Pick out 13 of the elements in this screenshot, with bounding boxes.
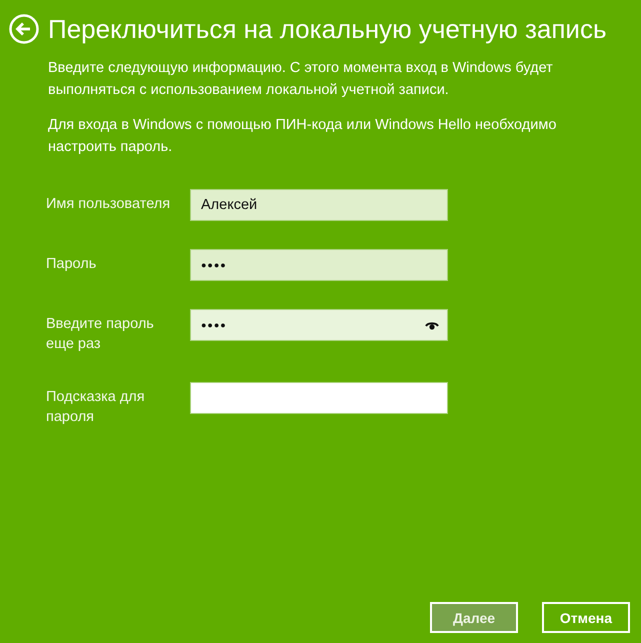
confirm-password-field[interactable]: ●●●●	[190, 309, 448, 341]
field-label: Пароль	[46, 255, 98, 274]
field-label: Введите пароль еще раз	[46, 315, 155, 354]
back-icon[interactable]	[9, 14, 39, 44]
field-label: Имя пользователя	[46, 195, 172, 214]
page-title: Переключиться на локальную учетную запись	[48, 14, 606, 44]
password-field[interactable]: ●●●●	[190, 249, 448, 281]
instruction-text: Введите следующую информацию. С этого момента вход в Windows будет выполняться с использованием локальной учетной записи.	[48, 59, 554, 100]
password-hint-field[interactable]	[190, 382, 448, 414]
field-label: Подсказка для пароля	[46, 388, 146, 427]
username-field[interactable]: Алексей	[190, 189, 448, 221]
eye-icon[interactable]	[425, 320, 439, 330]
instruction-text: Для входа в Windows с помощью ПИН-кода или Windows Hello необходимо настроить пароль.	[48, 116, 558, 157]
